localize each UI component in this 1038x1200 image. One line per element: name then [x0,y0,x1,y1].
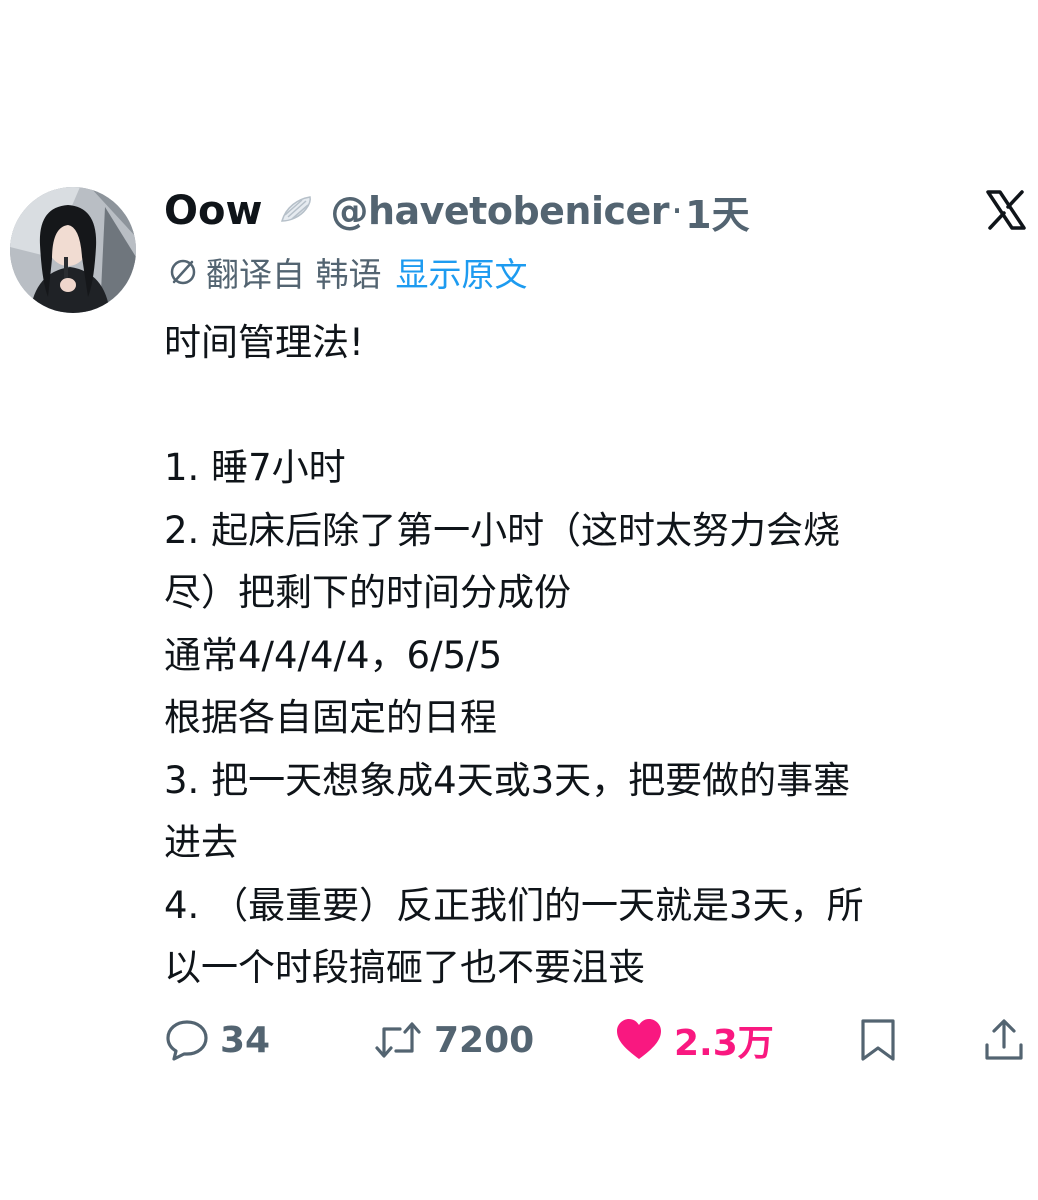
tweet-header: Oow @havetobenicer · 1天 [164,183,750,239]
body-line: 通常4/4/4/4，6/5/5 [164,633,503,677]
action-bar: 34 7200 2.3万 [164,1012,1030,1068]
body-line: 2. 起床后除了第一小时（这时太努力会烧 [164,508,841,552]
body-line: 3. 把一天想象成4天或3天，把要做的事塞 [164,758,851,802]
repost-count: 7200 [434,1019,535,1061]
translate-icon [170,259,196,285]
like-count: 2.3万 [674,1023,774,1064]
translated-from-label: 翻译自 韩语 [206,255,382,294]
avatar[interactable] [10,187,136,313]
angel-wing-icon [281,196,312,222]
separator-dot: · [671,189,684,233]
tweet-body: 时间管理法! 1. 睡7小时 2. 起床后除了第一小时（这时太努力会烧 尽）把剩… [164,312,1024,1000]
show-original-link[interactable]: 显示原文 [396,248,528,296]
reply-button[interactable]: 34 [164,1012,270,1068]
display-name[interactable]: Oow [164,188,262,234]
share-button[interactable] [982,1012,1026,1068]
heart-icon [617,1019,661,1059]
body-line [164,375,1024,438]
body-line: 根据各自固定的日程 [164,696,497,739]
avatar-photo [10,187,136,313]
body-line: 以一个时段搞砸了也不要沮丧 [164,946,645,989]
repost-button[interactable]: 7200 [372,1012,534,1068]
body-line: 1. 睡7小时 [164,446,346,489]
handle[interactable]: @havetobenicer [330,189,669,233]
share-icon [985,1019,1023,1060]
repost-icon [375,1022,421,1058]
reply-count: 34 [220,1019,271,1061]
tweet: Oow @havetobenicer · 1天 翻译自 韩语 显示原文 时间管理… [0,0,1038,1200]
translation-notice: 翻译自 韩语 显示原文 [166,246,528,298]
timestamp[interactable]: 1天 [685,184,749,239]
like-button[interactable]: 2.3万 [614,1012,774,1068]
x-logo-icon[interactable] [984,188,1028,232]
bookmark-icon [861,1019,895,1061]
body-line: 时间管理法! [164,321,364,364]
body-line: 4. （最重要）反正我们的一天就是3天，所 [164,883,864,927]
body-line: 尽）把剩下的时间分成份 [164,571,571,614]
reply-icon [166,1020,208,1061]
bookmark-button[interactable] [858,1012,898,1068]
body-line: 进去 [164,821,238,864]
